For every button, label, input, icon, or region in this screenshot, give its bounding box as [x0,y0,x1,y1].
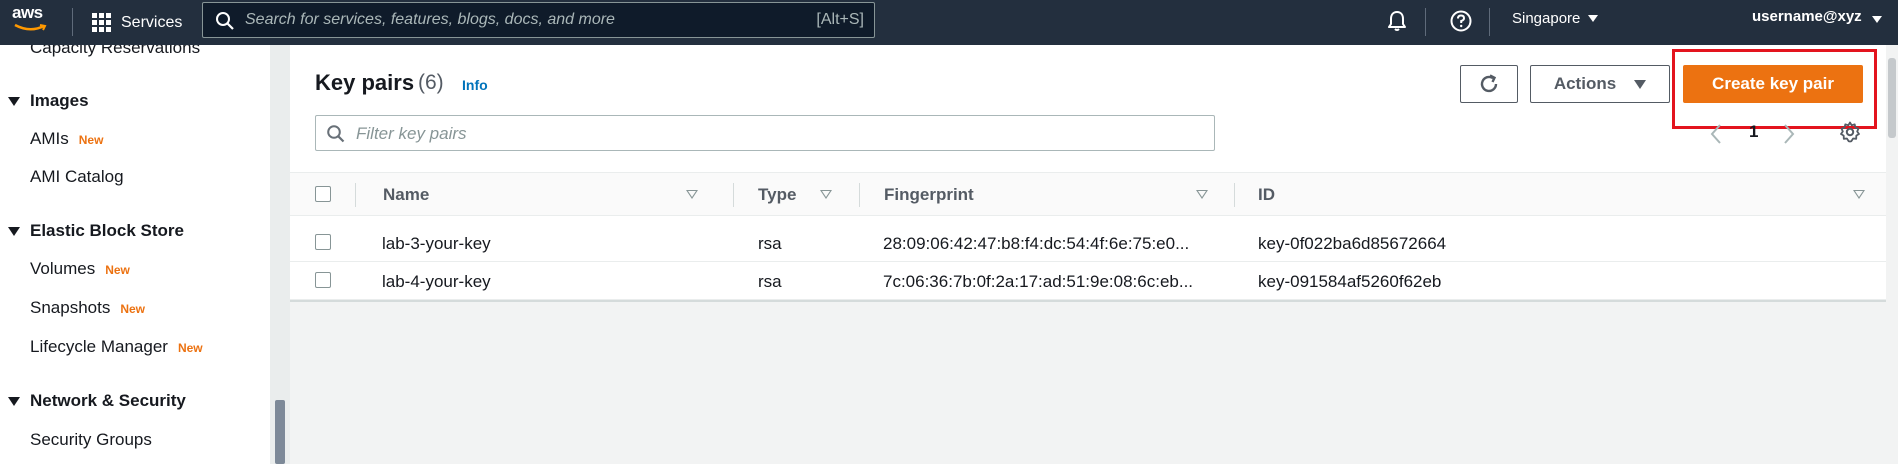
new-badge: New [78,133,104,147]
new-badge: New [177,341,203,355]
key-pairs-panel: Key pairs (6) Info Actions Create key pa… [290,45,1898,302]
nav-divider [1489,8,1490,36]
services-label: Services [121,13,183,31]
chevron-left-icon[interactable] [1710,123,1722,145]
sidebar-item-label: AMI Catalog [30,167,124,186]
search-icon [216,12,234,30]
select-all-checkbox[interactable] [315,186,331,202]
new-badge: New [120,302,146,316]
info-link[interactable]: Info [462,77,488,93]
page-title: Key pairs [315,70,415,95]
sidebar-section-label: Network & Security [30,391,186,410]
column-separator [355,183,356,207]
sidebar-section-images[interactable]: Images [8,91,89,111]
sidebar-item-label: Lifecycle Manager [30,337,168,356]
key-type-cell: rsa [758,234,782,253]
nav-divider [1425,8,1426,36]
caret-down-icon [1588,15,1599,22]
filter-key-pairs-input[interactable]: Filter key pairs [315,115,1215,151]
key-name-cell: lab-4-your-key [382,272,491,291]
global-search-input[interactable]: Search for services, features, blogs, do… [202,2,875,38]
row-checkbox[interactable] [315,234,331,250]
sidebar-item-label: Volumes [30,259,96,278]
sidebar-section-label: Images [30,91,89,110]
sidebar-item-amis[interactable]: AMIs New [30,129,103,149]
sort-icon[interactable] [1853,190,1865,199]
table-row[interactable]: lab-3-your-key rsa 28:09:06:42:47:b8:f4:… [290,224,1898,262]
caret-down-icon [1871,16,1882,23]
sidebar-section-network-security[interactable]: Network & Security [8,391,186,411]
sidebar-section-elastic-block-store[interactable]: Elastic Block Store [8,221,184,241]
services-menu-button[interactable]: Services [92,0,182,45]
key-id-cell: key-091584af5260f62eb [1258,272,1442,291]
row-checkbox[interactable] [315,272,331,288]
sidebar-item-label: Snapshots [30,298,111,317]
actions-dropdown-button[interactable]: Actions [1530,65,1670,103]
sidebar-section-label: Elastic Block Store [30,221,185,240]
column-separator [1234,183,1235,207]
grid-icon [92,13,111,32]
region-selector[interactable]: Singapore [1512,10,1599,27]
sidebar: Capacity Reservations Images AMIs New AMI… [0,45,270,464]
sidebar-item-lifecycle-manager[interactable]: Lifecycle Manager New [30,337,203,357]
username-label: username@xyz [1752,8,1862,25]
notifications-bell-icon[interactable] [1385,9,1409,33]
filter-placeholder: Filter key pairs [356,124,467,143]
column-header-fingerprint[interactable]: Fingerprint [884,185,974,205]
search-icon [327,125,345,143]
sidebar-item-snapshots[interactable]: Snapshots New [30,298,145,318]
chevron-right-icon[interactable] [1783,123,1795,145]
key-pair-count: (6) [418,71,444,94]
caret-down-icon [8,96,20,106]
region-label: Singapore [1512,10,1581,27]
sidebar-item-label: Security Groups [30,430,152,449]
caret-down-icon [8,226,20,236]
column-header-type[interactable]: Type [758,185,796,205]
sidebar-item-label: AMIs [30,129,69,148]
sort-icon[interactable] [686,190,698,199]
actions-label: Actions [1553,74,1617,93]
fingerprint-cell: 7c:06:36:7b:0f:2a:17:ad:51:9e:08:6c:eb..… [883,272,1194,291]
sidebar-item-ami-catalog[interactable]: AMI Catalog [30,167,124,187]
key-type-cell: rsa [758,272,782,291]
fingerprint-cell: 28:09:06:42:47:b8:f4:dc:54:4f:6e:75:e0..… [883,234,1190,253]
column-separator [859,183,860,207]
highlight-annotation-box [1672,49,1877,129]
sidebar-item-capacity-reservations[interactable]: Capacity Reservations [30,45,200,58]
sidebar-item-volumes[interactable]: Volumes New [30,259,130,279]
refresh-icon [1480,74,1498,93]
sort-icon[interactable] [1196,190,1208,199]
column-separator [733,183,734,207]
key-id-cell: key-0f022ba6d85672664 [1258,234,1447,253]
aws-logo-text: aws [12,3,43,22]
page-number[interactable]: 1 [1749,122,1758,142]
caret-down-icon [8,396,20,406]
sidebar-item-label: Capacity Reservations [30,45,201,57]
sidebar-item-security-groups[interactable]: Security Groups [30,430,152,450]
search-placeholder: Search for services, features, blogs, do… [245,11,615,28]
column-header-id[interactable]: ID [1258,185,1275,205]
refresh-button[interactable] [1460,65,1518,103]
new-badge: New [105,263,130,277]
top-navigation: aws Services Search for services, featur… [0,0,1898,45]
account-menu[interactable]: username@xyz [1752,8,1882,25]
column-header-name[interactable]: Name [383,185,429,205]
aws-logo[interactable]: aws [12,3,54,41]
aws-smile-icon [14,23,47,31]
table-row[interactable]: lab-4-your-key rsa 7c:06:36:7b:0f:2a:17:… [290,262,1898,300]
sidebar-scrollbar-thumb[interactable] [275,400,285,464]
help-icon[interactable] [1449,9,1473,33]
nav-divider [72,8,73,36]
page-scrollbar-thumb[interactable] [1888,58,1896,138]
key-name-cell: lab-3-your-key [382,234,491,253]
search-shortcut: [Alt+S] [816,11,864,28]
sort-icon[interactable] [820,190,832,199]
main-content: Key pairs (6) Info Actions Create key pa… [290,45,1898,464]
caret-down-icon [1634,79,1647,89]
gear-icon[interactable] [1838,120,1862,144]
table-header: Name Type Fingerprint ID [290,172,1898,216]
